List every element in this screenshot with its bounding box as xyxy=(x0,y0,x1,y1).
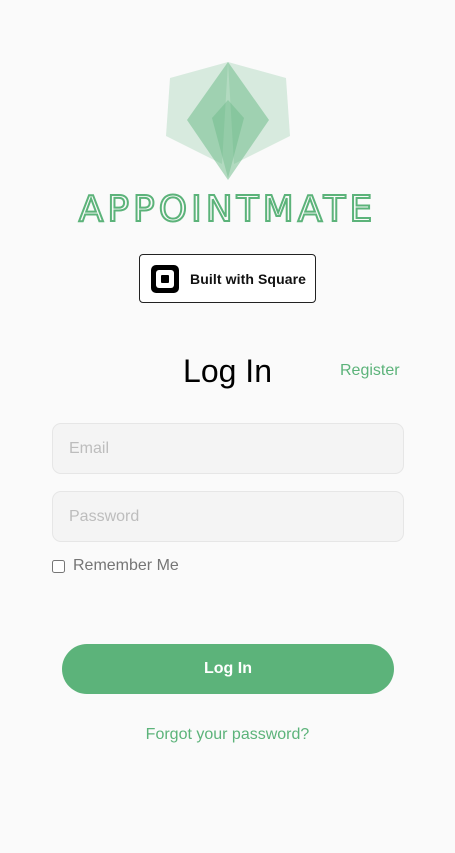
forgot-password-link[interactable]: Forgot your password? xyxy=(0,726,455,744)
email-field[interactable] xyxy=(52,423,404,474)
lotus-logo-icon xyxy=(166,62,290,180)
login-button[interactable]: Log In xyxy=(62,644,394,694)
built-with-square-badge[interactable]: Built with Square xyxy=(139,254,316,303)
password-field[interactable] xyxy=(52,491,404,542)
square-badge-label: Built with Square xyxy=(190,270,307,287)
brand-wordmark: APPOINTMATE xyxy=(78,188,377,231)
login-page: APPOINTMATE Built with Square Log In Reg… xyxy=(0,0,455,853)
square-logo-icon xyxy=(151,264,179,293)
remember-me-label[interactable]: Remember Me xyxy=(73,557,179,575)
register-link[interactable]: Register xyxy=(340,362,400,380)
remember-me-checkbox[interactable] xyxy=(52,559,65,573)
remember-me-row: Remember Me xyxy=(52,557,179,575)
